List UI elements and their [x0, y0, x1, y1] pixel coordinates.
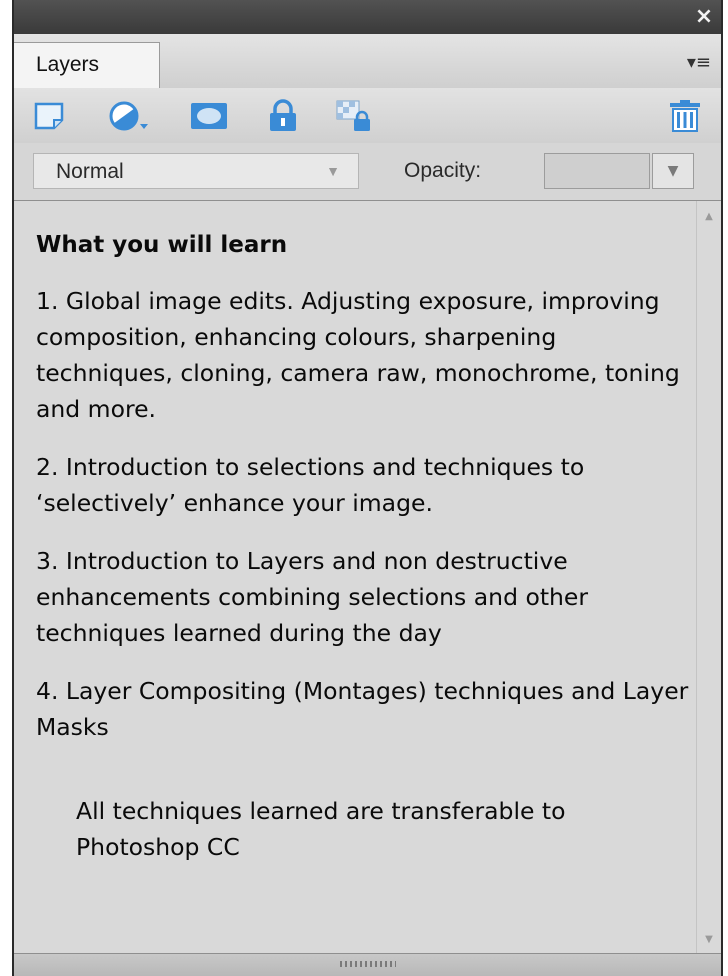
- lock-all-icon[interactable]: [264, 98, 302, 134]
- tab-row: Layers ▾≡: [14, 34, 721, 89]
- panel-menu-icon[interactable]: ▾≡: [677, 52, 711, 74]
- new-layer-icon[interactable]: [32, 98, 70, 134]
- layers-list-area: What you will learn 1. Global image edit…: [14, 201, 697, 954]
- scroll-down-icon[interactable]: ▼: [697, 930, 721, 950]
- opacity-label: Opacity:: [404, 159, 482, 182]
- opacity-input[interactable]: [544, 153, 650, 189]
- adjustment-layer-icon[interactable]: [106, 98, 156, 134]
- list-item: 4. Layer Compositing (Montages) techniqu…: [36, 677, 689, 741]
- close-icon[interactable]: ×: [693, 6, 715, 28]
- list-item: 2. Introduction to selections and techni…: [36, 453, 585, 517]
- opacity-dropdown-button[interactable]: ▼: [652, 153, 694, 189]
- vertical-scrollbar[interactable]: ▲ ▼: [696, 201, 721, 954]
- resize-grip[interactable]: [339, 961, 396, 967]
- list-item: 3. Introduction to Layers and non destru…: [36, 547, 589, 647]
- layers-toolbar: [14, 88, 721, 144]
- blend-mode-select[interactable]: Normal ▼: [33, 153, 359, 189]
- chevron-down-icon: ▼: [667, 163, 679, 179]
- content-heading: What you will learn: [36, 232, 288, 258]
- transferable-note: All techniques learned are transferable …: [76, 797, 566, 861]
- blend-mode-value: Normal: [56, 160, 124, 183]
- panel-bottom-bar: [14, 953, 721, 976]
- panel-titlebar[interactable]: ×: [14, 0, 721, 34]
- chevron-down-icon: ▼: [326, 163, 340, 179]
- list-item: 1. Global image edits. Adjusting exposur…: [36, 287, 680, 423]
- lock-transparency-icon[interactable]: [334, 98, 378, 134]
- scroll-up-icon[interactable]: ▲: [697, 207, 721, 227]
- blend-row: Normal ▼ Opacity: ▼: [14, 143, 721, 201]
- tab-layers[interactable]: Layers: [14, 42, 160, 89]
- layer-mask-icon[interactable]: [188, 98, 232, 134]
- trash-icon[interactable]: [666, 98, 704, 134]
- layers-panel: × Layers ▾≡ Normal ▼ Opacity: ▼ What you…: [12, 0, 723, 976]
